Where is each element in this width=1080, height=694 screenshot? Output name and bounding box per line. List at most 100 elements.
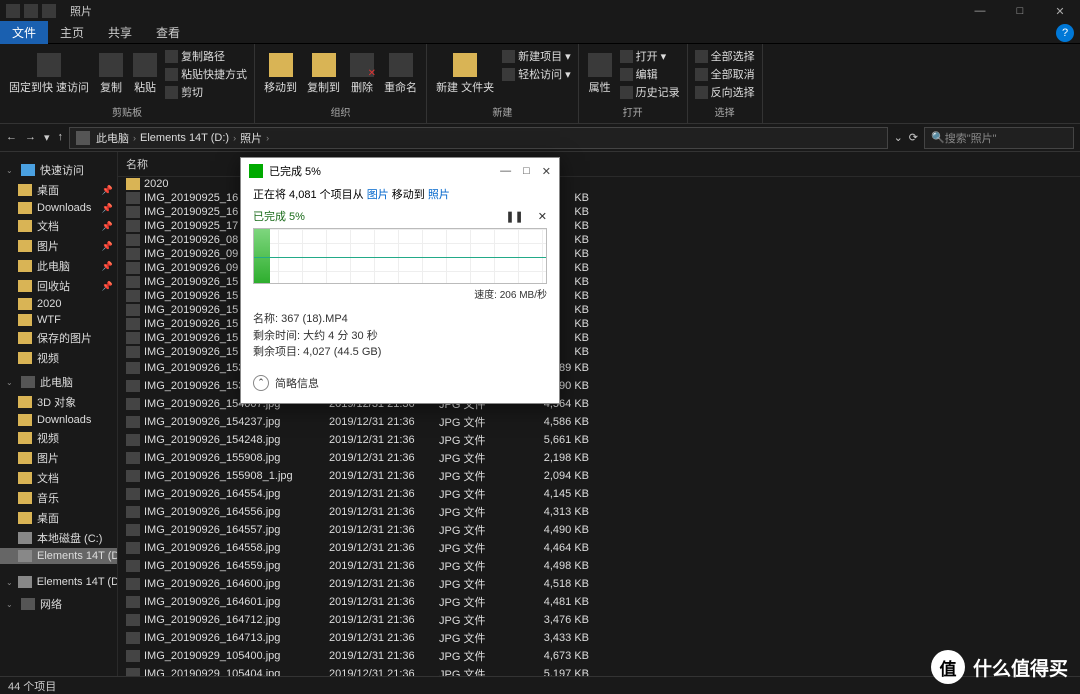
- up-button[interactable]: ↑: [58, 131, 64, 144]
- delete-button[interactable]: 删除: [345, 46, 379, 102]
- folder-icon: [18, 396, 32, 408]
- paste-shortcut-button[interactable]: 粘贴快捷方式: [165, 66, 247, 82]
- tab-share[interactable]: 共享: [96, 21, 144, 44]
- file-icon: [126, 488, 140, 500]
- file-icon: [126, 452, 140, 464]
- moveto-button[interactable]: 移动到: [259, 46, 302, 102]
- dialog-maximize-button[interactable]: □: [523, 165, 530, 178]
- chevron-up-icon: ⌃: [253, 375, 269, 391]
- sidebar-item[interactable]: 文档📌: [0, 216, 117, 236]
- file-row[interactable]: IMG_20190926_164600.jpg2019/12/31 21:36J…: [118, 575, 1080, 593]
- sidebar-item[interactable]: Downloads📌: [0, 200, 117, 216]
- dialog-close-button[interactable]: ✕: [542, 165, 551, 178]
- sidebar-item[interactable]: ⌄快速访问: [0, 160, 117, 180]
- file-row[interactable]: IMG_20190926_164713.jpg2019/12/31 21:36J…: [118, 629, 1080, 647]
- pause-button[interactable]: ❚❚: [505, 210, 523, 223]
- sidebar-item[interactable]: ⌄Elements 14T (D:): [0, 574, 117, 590]
- file-row[interactable]: IMG_20190926_155908.jpg2019/12/31 21:36J…: [118, 449, 1080, 467]
- sidebar-item[interactable]: ⌄此电脑: [0, 372, 117, 392]
- file-icon: [126, 362, 140, 374]
- file-row[interactable]: IMG_20190926_164557.jpg2019/12/31 21:36J…: [118, 521, 1080, 539]
- file-row[interactable]: IMG_20190926_164556.jpg2019/12/31 21:36J…: [118, 503, 1080, 521]
- dialog-minimize-button[interactable]: —: [500, 165, 511, 178]
- refresh-icon[interactable]: ⟳: [909, 131, 918, 144]
- minimize-button[interactable]: —: [960, 0, 1000, 22]
- sidebar-item[interactable]: 图片: [0, 448, 117, 468]
- file-row[interactable]: IMG_20190926_164554.jpg2019/12/31 21:36J…: [118, 485, 1080, 503]
- file-icon: [126, 276, 140, 288]
- back-button[interactable]: ←: [6, 131, 17, 144]
- paste-button[interactable]: 粘贴: [128, 46, 162, 102]
- new-item-button[interactable]: 新建项目 ▾: [502, 48, 571, 64]
- new-folder-button[interactable]: 新建 文件夹: [431, 46, 499, 102]
- sidebar-item[interactable]: 桌面📌: [0, 180, 117, 200]
- maximize-button[interactable]: □: [1000, 0, 1040, 22]
- copyto-button[interactable]: 复制到: [302, 46, 345, 102]
- copy-button[interactable]: 复制: [94, 46, 128, 102]
- properties-button[interactable]: 属性: [583, 46, 617, 102]
- sidebar-item[interactable]: 2020: [0, 296, 117, 312]
- sidebar-item[interactable]: 此电脑📌: [0, 256, 117, 276]
- dropdown-icon[interactable]: ⌄: [894, 131, 903, 144]
- folder-icon: [18, 184, 32, 196]
- file-row[interactable]: IMG_20190926_154248.jpg2019/12/31 21:36J…: [118, 431, 1080, 449]
- sidebar-item[interactable]: Elements 14T (D:): [0, 548, 117, 564]
- sidebar-item[interactable]: 回收站📌: [0, 276, 117, 296]
- folder-icon: [18, 532, 32, 544]
- edit-button[interactable]: 编辑: [620, 66, 680, 82]
- sidebar-item[interactable]: 音乐: [0, 488, 117, 508]
- copy-progress-dialog: 已完成 5% — □ ✕ 正在将 4,081 个项目从 图片 移动到 照片 已完…: [240, 157, 560, 404]
- sidebar-item[interactable]: 本地磁盘 (C:): [0, 528, 117, 548]
- open-button[interactable]: 打开 ▾: [620, 48, 680, 64]
- file-row[interactable]: IMG_20190926_164712.jpg2019/12/31 21:36J…: [118, 611, 1080, 629]
- more-details-toggle[interactable]: ⌃ 简略信息: [253, 375, 547, 391]
- folder-icon: [18, 550, 32, 562]
- close-button[interactable]: ✕: [1040, 0, 1080, 22]
- sidebar-item[interactable]: 3D 对象: [0, 392, 117, 412]
- sidebar-item[interactable]: WTF: [0, 312, 117, 328]
- qat-icon[interactable]: [42, 4, 56, 18]
- select-invert-button[interactable]: 反向选择: [695, 84, 755, 100]
- cancel-button[interactable]: ✕: [538, 210, 547, 223]
- file-icon: [126, 318, 140, 330]
- sidebar-item[interactable]: 桌面: [0, 508, 117, 528]
- pin-button[interactable]: 固定到快 速访问: [4, 46, 94, 102]
- search-input[interactable]: 🔍 搜索"照片": [924, 127, 1074, 149]
- file-row[interactable]: IMG_20190926_154237.jpg2019/12/31 21:36J…: [118, 413, 1080, 431]
- breadcrumb[interactable]: 此电脑› Elements 14T (D:)› 照片›: [69, 127, 888, 149]
- watermark: 值 什么值得买: [931, 650, 1068, 684]
- select-none-button[interactable]: 全部取消: [695, 66, 755, 82]
- folder-icon: [21, 376, 35, 388]
- help-icon[interactable]: ?: [1056, 24, 1074, 42]
- sidebar-item[interactable]: 保存的图片: [0, 328, 117, 348]
- copy-path-button[interactable]: 复制路径: [165, 48, 247, 64]
- tab-file[interactable]: 文件: [0, 21, 48, 44]
- sidebar-item[interactable]: 视频: [0, 428, 117, 448]
- folder-icon: [18, 280, 32, 292]
- select-all-button[interactable]: 全部选择: [695, 48, 755, 64]
- sidebar-item[interactable]: 视频: [0, 348, 117, 368]
- easy-access-button[interactable]: 轻松访问 ▾: [502, 66, 571, 82]
- tab-home[interactable]: 主页: [48, 21, 96, 44]
- file-row[interactable]: IMG_20190926_164558.jpg2019/12/31 21:36J…: [118, 539, 1080, 557]
- tab-view[interactable]: 查看: [144, 21, 192, 44]
- history-button[interactable]: 历史记录: [620, 84, 680, 100]
- file-icon: [126, 524, 140, 536]
- sidebar-item[interactable]: 文档: [0, 468, 117, 488]
- recent-button[interactable]: ▾: [44, 131, 50, 144]
- speed-label: 速度: 206 MB/秒: [253, 286, 547, 301]
- forward-button[interactable]: →: [25, 131, 36, 144]
- file-row[interactable]: IMG_20190926_164559.jpg2019/12/31 21:36J…: [118, 557, 1080, 575]
- sidebar-item[interactable]: Downloads: [0, 412, 117, 428]
- progress-heading: 已完成 5%: [253, 208, 305, 224]
- cut-button[interactable]: 剪切: [165, 84, 247, 100]
- file-row[interactable]: IMG_20190926_164601.jpg2019/12/31 21:36J…: [118, 593, 1080, 611]
- file-icon: [126, 542, 140, 554]
- sidebar-item[interactable]: 图片📌: [0, 236, 117, 256]
- file-icon: [126, 290, 140, 302]
- file-icon: [126, 650, 140, 662]
- qat-icon[interactable]: [24, 4, 38, 18]
- file-row[interactable]: IMG_20190926_155908_1.jpg2019/12/31 21:3…: [118, 467, 1080, 485]
- rename-button[interactable]: 重命名: [379, 46, 422, 102]
- sidebar-item[interactable]: ⌄网络: [0, 594, 117, 614]
